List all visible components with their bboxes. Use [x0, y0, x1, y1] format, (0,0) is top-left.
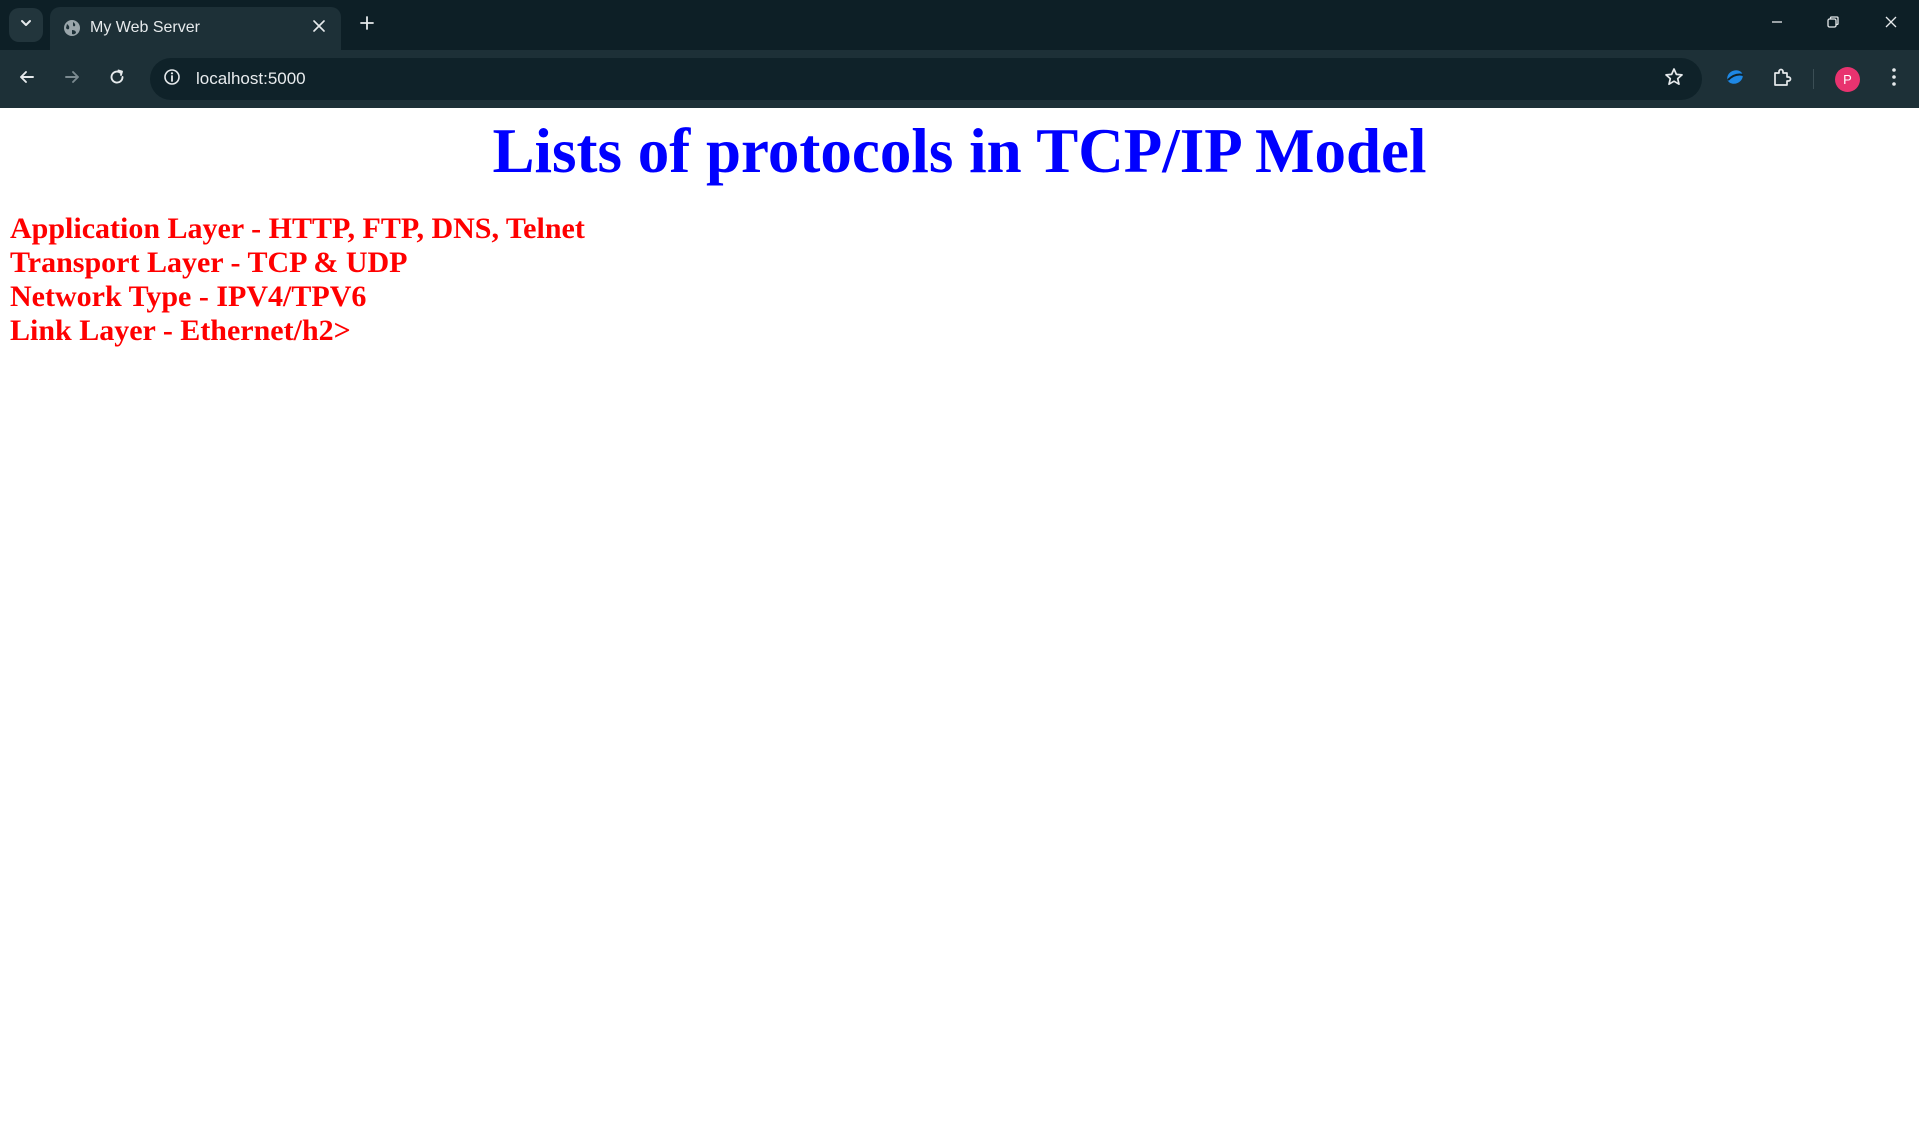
minimize-icon [1770, 15, 1784, 34]
protocol-line-link: Link Layer - Ethernet/h2> [10, 314, 351, 347]
reload-icon [108, 68, 126, 91]
protocol-list: Application Layer - HTTP, FTP, DNS, Teln… [10, 212, 585, 348]
site-info-button[interactable] [156, 63, 188, 95]
tab-search-button[interactable] [9, 8, 43, 42]
reload-button[interactable] [100, 62, 134, 96]
plus-icon [359, 15, 375, 36]
puzzle-icon [1771, 66, 1793, 93]
window-close-icon [1884, 15, 1898, 34]
kebab-menu-icon [1891, 67, 1897, 92]
url-text[interactable]: localhost:5000 [196, 69, 306, 89]
new-tab-button[interactable] [352, 10, 382, 40]
protocol-line-application: Application Layer - HTTP, FTP, DNS, Teln… [10, 212, 585, 245]
toolbar: localhost:5000 P [0, 50, 1919, 108]
page-content: Lists of protocols in TCP/IP Model Appli… [0, 108, 1919, 1126]
close-icon [313, 19, 325, 37]
protocol-line-transport: Transport Layer - TCP & UDP [10, 246, 408, 279]
extension-icon [1724, 66, 1746, 93]
globe-icon [62, 18, 82, 38]
protocol-line-network: Network Type - IPV4/TPV6 [10, 280, 367, 313]
bookmark-button[interactable] [1658, 63, 1690, 95]
forward-button[interactable] [55, 62, 89, 96]
extensions-menu-button[interactable] [1765, 62, 1799, 96]
toolbar-separator [1813, 69, 1814, 89]
info-icon [163, 68, 181, 91]
page-title: Lists of protocols in TCP/IP Model [492, 116, 1427, 186]
restore-button[interactable] [1810, 4, 1856, 44]
back-button[interactable] [10, 62, 44, 96]
restore-icon [1826, 15, 1840, 34]
window-close-button[interactable] [1868, 4, 1914, 44]
back-arrow-icon [18, 68, 36, 91]
address-bar[interactable]: localhost:5000 [150, 58, 1702, 100]
forward-arrow-icon [63, 68, 81, 91]
extension-button[interactable] [1718, 62, 1752, 96]
tab-strip: My Web Server [0, 0, 1919, 50]
tab-title: My Web Server [90, 19, 200, 36]
tab-close-button[interactable] [307, 16, 331, 40]
star-icon [1664, 67, 1684, 92]
browser-menu-button[interactable] [1877, 62, 1911, 96]
minimize-button[interactable] [1754, 4, 1800, 44]
browser-window: My Web Server localhost:5000 P Lists of … [0, 0, 1919, 1126]
tab-search-icon [19, 16, 33, 35]
tab-active[interactable]: My Web Server [50, 7, 341, 50]
avatar[interactable]: P [1835, 67, 1860, 92]
